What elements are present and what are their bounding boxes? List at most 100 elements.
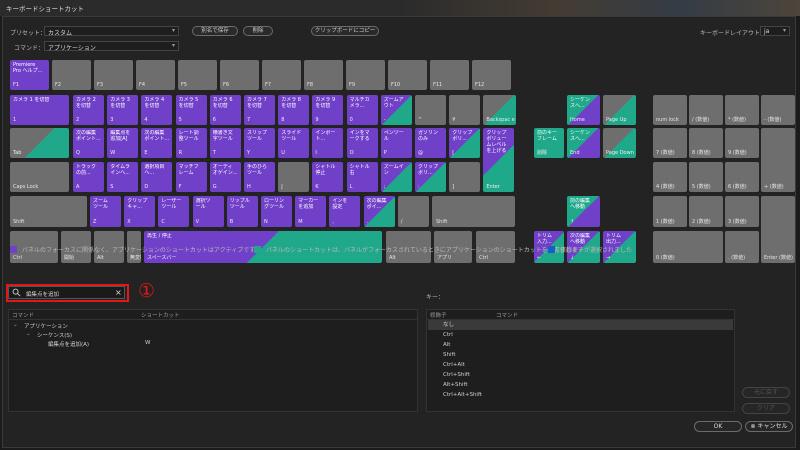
expand-icon[interactable]: ⌄ [26,331,31,337]
key[interactable]: 6 (数値) [725,162,759,192]
key[interactable]: シーケン スへ... Home [567,95,600,125]
key[interactable]: マルチカ メラ... 0 [346,95,378,125]
command-select[interactable]: アプリケーション ▾ [44,41,179,52]
key[interactable]: ] [449,162,481,192]
modifier-row[interactable]: Ctrl+Alt [428,360,733,370]
key[interactable]: クリップ キャ... X [124,196,156,227]
modifier-row[interactable]: なし [428,320,733,330]
key[interactable]: 7 (数値) [653,128,687,158]
modifier-row[interactable]: Alt [428,340,733,350]
key[interactable]: ローリン グツール N [261,196,292,227]
key[interactable]: ガソリン のみ @ [415,128,446,158]
key[interactable]: 次の編集 ポイ.... [363,196,395,227]
key[interactable]: インポー ト... I [312,128,344,158]
tree-item-application[interactable]: アプリケーション [24,322,68,330]
key[interactable]: F9 [346,60,385,90]
key[interactable]: Page Up [603,95,636,125]
key[interactable]: F10 [388,60,427,90]
key[interactable]: カメラ 2 を切替 2 [73,95,104,125]
key[interactable]: レーザー ツール C [158,196,190,227]
key[interactable]: Backspac e [483,95,517,125]
key[interactable]: 次の編集 ポイント... E [141,128,173,158]
key[interactable]: ズーム ツール Z [90,196,121,227]
key[interactable]: F8 [304,60,343,90]
ok-button[interactable]: OK [694,421,742,432]
key[interactable]: F6 [220,60,259,90]
key[interactable]: 選択ツ ール V [192,196,224,227]
key[interactable]: クリップ ボリュー ムレベル を上げる Enter [483,128,515,192]
key[interactable]: 前の編集 へ移動 ↑ [567,196,600,227]
key[interactable]: F11 [430,60,469,90]
key[interactable]: カメラ 5 を切替 5 [175,95,207,125]
key[interactable]: ¥ [449,95,481,125]
key[interactable]: Page Down [603,128,636,158]
key[interactable]: シャトル 停止 K [312,162,344,192]
key[interactable]: F7 [262,60,301,90]
key[interactable]: 前のキー フレーム 削除 [534,128,564,158]
key[interactable]: Shift [10,196,87,227]
layout-select[interactable]: ja ▾ [760,26,790,36]
undo-button[interactable]: 元に戻す [742,387,790,398]
key[interactable]: 横書き文 字ツール T [209,128,241,158]
key[interactable]: リップル ツール B [226,196,258,227]
key[interactable]: 次の編集 ポイント... Q [73,128,104,158]
tree-item-shortcut[interactable]: W [145,340,150,346]
key[interactable]: インをマ ークする O [346,128,378,158]
key[interactable]: Tab [10,128,69,158]
modifier-row[interactable]: Ctrl+Alt+Shift [428,390,733,400]
key[interactable]: レート調 整ツール R [175,128,207,158]
key[interactable]: + (数値) [761,128,795,192]
key[interactable]: F4 [136,60,175,90]
key[interactable]: 手のひら ツール H [244,162,275,192]
key[interactable]: 編集点を 追加[A] W [107,128,139,158]
key[interactable]: スリップ ツール Y [244,128,275,158]
key[interactable]: カメラ 7 を切替 7 [244,95,275,125]
tree-item-add-edit[interactable]: 編集点を追加(A) [48,340,89,348]
key[interactable]: シーケン スへ... End [567,128,600,158]
key[interactable]: インを 設定, [329,196,361,227]
key[interactable]: Shift [433,196,515,227]
key[interactable]: Premiere Pro ヘルプ... F1 [10,60,49,90]
modifier-row[interactable]: Alt+Shift [428,380,733,390]
key[interactable]: カメラ 8 を切替 8 [278,95,310,125]
key[interactable]: F2 [52,60,91,90]
key[interactable]: ズームイ ン; [380,162,412,192]
key[interactable]: J [278,162,310,192]
key[interactable]: カメラ 3 を切替 3 [107,95,139,125]
key[interactable]: 3 (数値) [725,196,759,227]
key[interactable]: / (数値) [689,95,723,125]
key[interactable]: マッチフ レーム F [175,162,207,192]
key[interactable]: F12 [472,60,511,90]
key[interactable]: 4 (数値) [653,162,687,192]
key[interactable]: 9 (数値) [725,128,759,158]
modifier-row[interactable]: Ctrl [428,330,733,340]
expand-icon[interactable]: ⌄ [13,322,18,328]
copy-clipboard-button[interactable]: クリップボードにコピー [311,26,379,36]
key[interactable]: タイムラ インへ... S [107,162,139,192]
key[interactable]: / [397,196,429,227]
key[interactable]: クリップ ボリ...: [415,162,446,192]
key[interactable]: ズームア ウト - [380,95,412,125]
key[interactable]: ^ [415,95,446,125]
clear-button[interactable]: クリア [742,403,790,414]
save-as-button[interactable]: 別名で保存 [192,26,238,36]
modifier-row[interactable]: Shift [428,350,733,360]
key[interactable]: 1 (数値) [653,196,687,227]
key[interactable]: Caps Lock [10,162,69,192]
modifier-row[interactable]: Ctrl+Shift [428,370,733,380]
key[interactable]: マーカー を追加 M [295,196,327,227]
key[interactable]: カメラ 1 を切替 1 [10,95,69,125]
key[interactable]: F5 [178,60,217,90]
key[interactable]: カメラ 4 を切替 4 [141,95,173,125]
key[interactable]: * (数値) [725,95,759,125]
key[interactable]: ペンツー ル P [380,128,412,158]
key[interactable]: シャトル 右 L [346,162,378,192]
key[interactable]: 2 (数値) [689,196,723,227]
key[interactable]: カメラ 6 を切替 6 [209,95,241,125]
key[interactable]: トラック の前... A [73,162,104,192]
preset-select[interactable]: カスタム ▾ [44,26,179,37]
key[interactable]: オーディ オゲイン... G [209,162,241,192]
key[interactable]: スライド ツール U [278,128,310,158]
delete-button[interactable]: 削除 [243,26,273,36]
key[interactable]: num lock [653,95,687,125]
